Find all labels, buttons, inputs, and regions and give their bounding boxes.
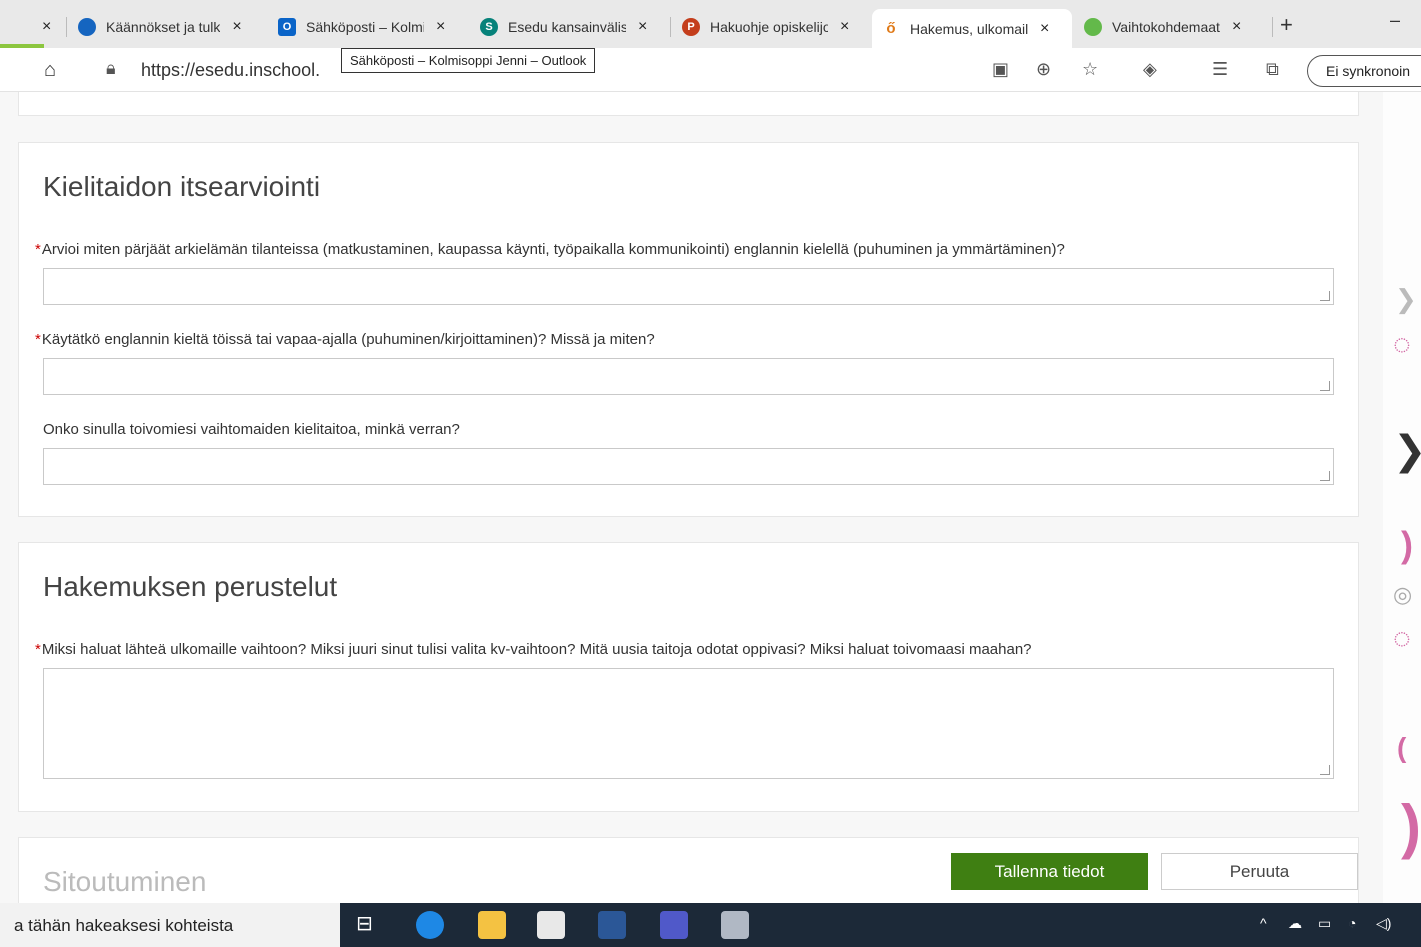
favorites-list-icon[interactable]: ☰ — [1212, 59, 1228, 80]
scrollbar[interactable]: ❯ ◌ ❯ ) ◎ ◌ ( ) — [1383, 92, 1421, 903]
decor-shape: ◌ — [1393, 622, 1411, 655]
minimize-button[interactable]: – — [1390, 10, 1400, 31]
commitment-section: Sitoutuminen — [18, 837, 1359, 903]
volume-icon[interactable]: ◁) — [1376, 915, 1391, 932]
sync-button[interactable]: Ei synkronoin — [1307, 55, 1421, 87]
close-icon[interactable]: × — [436, 18, 445, 36]
onedrive-icon — [78, 17, 96, 36]
word-icon[interactable] — [598, 911, 626, 939]
language-destination-input[interactable] — [43, 448, 1334, 485]
question-label: *Arvioi miten pärjäät arkielämän tilante… — [35, 241, 1065, 258]
decor-shape: ◌ — [1393, 328, 1411, 361]
decor-shape: ( — [1397, 732, 1407, 763]
address-bar: ⌂ 🔒︎ https://esedu.inschool. ▣ ⊕ ☆ ◈ ☰ ⧉… — [0, 48, 1421, 92]
close-icon[interactable]: × — [1232, 18, 1241, 36]
close-icon[interactable]: × — [1040, 20, 1049, 38]
previous-section-card — [18, 92, 1359, 116]
outlook-icon: O — [278, 17, 296, 36]
tab-bar: × Käännökset ja tulk × O Sähköposti – Ko… — [0, 0, 1421, 48]
calculator-icon[interactable] — [721, 911, 749, 939]
teams-icon[interactable] — [660, 911, 688, 939]
edge-icon — [1084, 17, 1102, 36]
extension-icon[interactable]: ◈ — [1143, 59, 1157, 80]
tab-hakemus-active[interactable]: ő Hakemus, ulkomaille × — [872, 9, 1072, 48]
question-label: *Käytätkö englannin kieltä töissä tai va… — [35, 331, 655, 348]
new-tab-button[interactable]: + — [1280, 12, 1293, 38]
screen: × Käännökset ja tulk × O Sähköposti – Ko… — [0, 0, 1421, 947]
motivation-input[interactable] — [43, 668, 1334, 779]
decor-shape: ❯ — [1395, 284, 1417, 314]
tab-close-button[interactable]: × — [0, 9, 61, 44]
collections-icon[interactable]: ⧉ — [1266, 59, 1279, 80]
sharepoint-icon: S — [480, 17, 498, 36]
immersive-reader-icon[interactable]: ▣ — [992, 59, 1009, 80]
tab-powerpoint[interactable]: P Hakuohje opiskelijoille × — [672, 9, 870, 44]
language-everyday-input[interactable] — [43, 268, 1334, 305]
section-title: Kielitaidon itsearviointi — [43, 171, 321, 202]
file-explorer-icon[interactable] — [478, 911, 506, 939]
wifi-icon[interactable]: ◔ — [1348, 915, 1356, 931]
save-button[interactable]: Tallenna tiedot — [951, 853, 1148, 890]
page-content: Kielitaidon itsearviointi *Arvioi miten … — [0, 92, 1383, 903]
task-view-icon[interactable]: ⊟ — [356, 911, 384, 939]
question-label: *Miksi haluat lähteä ulkomaille vaihtoon… — [35, 641, 1032, 658]
favorite-star-icon[interactable]: ☆ — [1082, 59, 1098, 80]
question-label: Onko sinulla toivomiesi vaihtomaiden kie… — [43, 421, 460, 438]
lock-icon[interactable]: 🔒︎ — [106, 58, 116, 79]
zoom-icon[interactable]: ⊕ — [1036, 59, 1051, 80]
decor-shape: ) — [1401, 793, 1421, 860]
close-icon[interactable]: × — [840, 18, 849, 36]
section-title: Sitoutuminen — [43, 866, 207, 897]
taskbar: a tähän hakeaksesi kohteista ⊟ ^ ☁ ▭ ◔ ◁… — [0, 903, 1421, 947]
tab-vaihtokohdemaat[interactable]: Vaihtokohdemaat × — [1074, 9, 1270, 44]
taskbar-search[interactable]: a tähän hakeaksesi kohteista — [0, 903, 340, 947]
battery-icon[interactable]: ▭ — [1318, 915, 1331, 932]
url-field[interactable]: https://esedu.inschool. — [141, 60, 346, 81]
chevron-up-icon[interactable]: ^ — [1260, 915, 1267, 931]
decor-shape: ❯ — [1393, 428, 1421, 474]
motivation-section: Hakemuksen perustelut *Miksi haluat läht… — [18, 542, 1359, 812]
decor-shape: ) — [1401, 524, 1413, 565]
decor-shape: ◎ — [1393, 582, 1413, 607]
store-icon[interactable] — [537, 911, 565, 939]
tab-sharepoint[interactable]: S Esedu kansainväliset × — [470, 9, 668, 44]
tab-tooltip: Sähköposti – Kolmisoppi Jenni – Outlook — [341, 48, 596, 73]
language-section: Kielitaidon itsearviointi *Arvioi miten … — [18, 142, 1359, 517]
section-title: Hakemuksen perustelut — [43, 571, 338, 602]
language-usage-input[interactable] — [43, 358, 1334, 395]
close-icon[interactable]: × — [232, 18, 241, 36]
edge-icon[interactable] — [416, 911, 444, 939]
app-icon: ő — [882, 19, 900, 38]
close-icon[interactable]: × — [638, 18, 647, 36]
tab-onedrive[interactable]: Käännökset ja tulk × — [68, 9, 264, 44]
home-icon[interactable]: ⌂ — [44, 59, 56, 82]
cancel-button[interactable]: Peruuta — [1161, 853, 1358, 890]
tab-outlook[interactable]: O Sähköposti – Kolmi × — [268, 9, 466, 44]
onedrive-icon[interactable]: ☁ — [1288, 915, 1302, 932]
powerpoint-icon: P — [682, 17, 700, 36]
